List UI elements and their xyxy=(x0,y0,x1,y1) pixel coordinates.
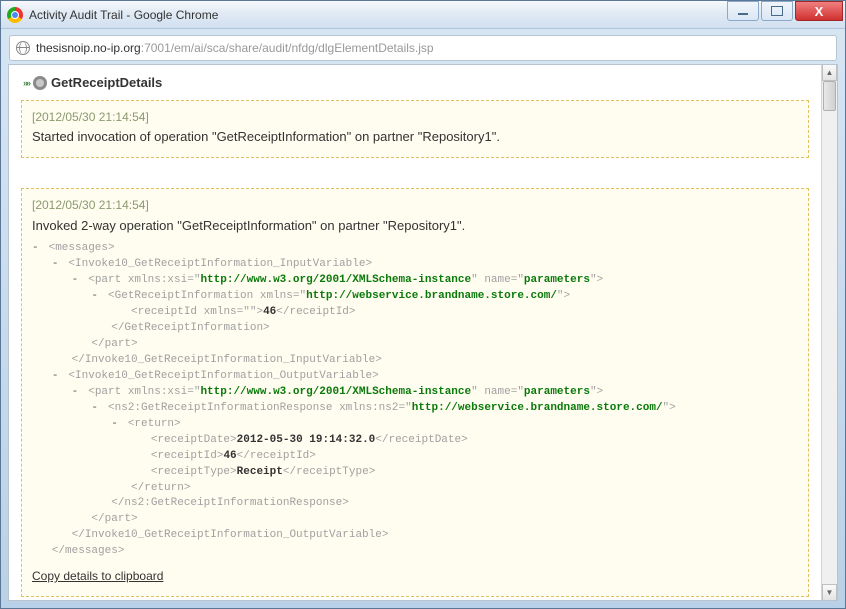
xml-payload: - <messages> - <Invoke10_GetReceiptInfor… xyxy=(32,241,798,560)
gear-icon xyxy=(33,76,47,90)
timestamp: [2012/05/30 21:14:54] xyxy=(32,109,798,126)
vertical-scrollbar[interactable]: ▲ ▼ xyxy=(821,65,837,600)
scroll-area: »» GetReceiptDetails [2012/05/30 21:14:5… xyxy=(9,65,821,600)
minimize-button[interactable] xyxy=(727,1,759,21)
section-heading: »» GetReceiptDetails xyxy=(23,75,811,90)
heading-text: GetReceiptDetails xyxy=(51,75,162,90)
collapse-toggle[interactable]: - xyxy=(91,289,101,305)
invoke-arrows-icon: »» xyxy=(23,78,29,88)
collapse-toggle[interactable]: - xyxy=(52,257,62,273)
collapse-toggle[interactable]: - xyxy=(72,385,82,401)
audit-message: Started invocation of operation "GetRece… xyxy=(32,128,798,147)
timestamp: [2012/05/30 21:14:54] xyxy=(32,197,798,214)
window-controls: X xyxy=(727,1,845,28)
copy-to-clipboard-link[interactable]: Copy details to clipboard xyxy=(32,568,163,585)
collapse-toggle[interactable]: - xyxy=(111,417,121,433)
audit-entry: [2012/05/30 21:14:54] Started invocation… xyxy=(21,100,809,158)
collapse-toggle[interactable]: - xyxy=(52,369,62,385)
address-bar[interactable]: thesisnoip.no-ip.org:7001/em/ai/sca/shar… xyxy=(9,35,837,61)
scroll-track[interactable] xyxy=(822,81,837,584)
url-path: :7001/em/ai/sca/share/audit/nfdg/dlgElem… xyxy=(141,41,434,55)
globe-icon xyxy=(16,41,30,55)
url-host: thesisnoip.no-ip.org xyxy=(36,41,141,55)
collapse-toggle[interactable]: - xyxy=(32,241,42,257)
collapse-toggle[interactable]: - xyxy=(72,273,82,289)
scroll-thumb[interactable] xyxy=(823,81,836,111)
audit-message: Invoked 2-way operation "GetReceiptInfor… xyxy=(32,217,798,236)
audit-entry: [2012/05/30 21:14:54] Invoked 2-way oper… xyxy=(21,188,809,596)
scroll-down-button[interactable]: ▼ xyxy=(822,584,837,600)
page-content: »» GetReceiptDetails [2012/05/30 21:14:5… xyxy=(8,64,838,601)
window-title: Activity Audit Trail - Google Chrome xyxy=(29,8,727,22)
maximize-button[interactable] xyxy=(761,1,793,21)
window-titlebar: Activity Audit Trail - Google Chrome X xyxy=(1,1,845,29)
close-button[interactable]: X xyxy=(795,1,843,21)
chrome-icon xyxy=(7,7,23,23)
collapse-toggle[interactable]: - xyxy=(91,401,101,417)
scroll-up-button[interactable]: ▲ xyxy=(822,65,837,81)
